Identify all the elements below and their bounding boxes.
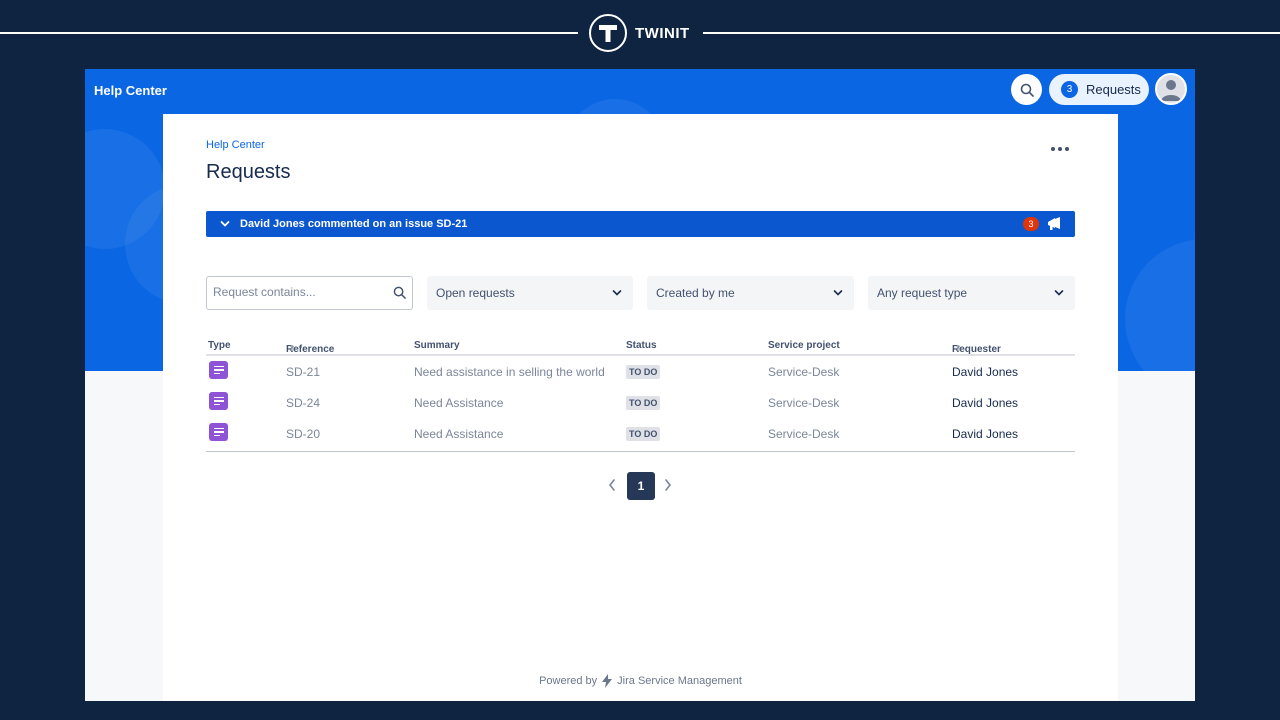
more-horizontal-icon [1051,147,1055,151]
page-title: Requests [206,161,291,183]
row-reference[interactable]: SD-21 [286,365,320,379]
row-requester: David Jones [952,396,1019,410]
request-search-field[interactable] [206,276,413,310]
more-actions-button[interactable] [1048,141,1072,157]
request-type-filter-select[interactable]: Any request type [868,276,1075,310]
chevron-down-icon [1054,287,1064,301]
powered-by-footer: Powered by Jira Service Management [163,674,1118,688]
chevron-right-icon[interactable] [663,478,673,497]
row-reference[interactable]: SD-24 [286,396,320,410]
row-service-project: Service-Desk [768,427,840,441]
row-reference[interactable]: SD-20 [286,427,320,441]
search-button[interactable] [1011,74,1042,105]
chevron-down-icon [833,287,843,301]
powered-by-label: Powered by [539,675,598,687]
creator-filter-select[interactable]: Created by me [647,276,854,310]
sort-icon: ⇕ [289,344,296,353]
powered-by-product[interactable]: Jira Service Management [617,675,742,687]
app-window: Help Center 3 Requests Help Center Reque… [85,69,1195,701]
chevron-down-icon[interactable] [220,219,230,229]
column-header-status: Status [626,340,657,351]
column-header-type: Type [208,340,231,351]
megaphone-icon[interactable] [1046,216,1062,235]
status-badge: TO DO [626,396,661,410]
status-badge: TO DO [626,427,661,441]
status-badge: TO DO [626,365,661,379]
breadcrumb[interactable]: Help Center [206,139,265,151]
row-service-project: Service-Desk [768,365,840,379]
chevron-down-icon [612,287,622,301]
requests-table: Type Reference ⇕ Summary Status Service p… [206,336,1075,452]
notification-text: David Jones commented on an issue SD-21 [240,218,468,230]
document-icon [209,392,228,410]
brand-divider-right [703,32,1280,34]
request-search-input[interactable] [213,277,383,307]
brand-name: TWINIT [635,25,690,42]
user-avatar[interactable] [1155,73,1187,105]
table-row[interactable]: SD-20 Need Assistance TO DO Service-Desk… [206,418,1075,449]
creator-filter-value: Created by me [656,286,735,300]
row-service-project: Service-Desk [768,396,840,410]
table-bottom-divider [206,451,1075,452]
page-1-button[interactable]: 1 [627,472,655,500]
requests-card: Help Center Requests David Jones comment… [163,114,1118,701]
column-header-service-project: Service project [768,340,840,351]
status-filter-value: Open requests [436,286,515,300]
document-icon [209,423,228,441]
row-requester: David Jones [952,365,1019,379]
chevron-left-icon[interactable] [607,478,617,497]
request-type-filter-value: Any request type [877,286,968,300]
lightning-icon [602,674,613,688]
user-avatar-icon [1161,80,1181,101]
column-header-summary: Summary [414,340,460,351]
table-row[interactable]: SD-24 Need Assistance TO DO Service-Desk… [206,387,1075,418]
search-icon [1020,83,1034,97]
help-center-link[interactable]: Help Center [94,83,167,98]
brand-divider-left [0,32,578,34]
requests-label: Requests [1086,82,1141,97]
row-summary[interactable]: Need Assistance [414,396,503,410]
requests-button[interactable]: 3 Requests [1049,74,1149,105]
notification-banner[interactable]: David Jones commented on an issue SD-21 … [206,211,1075,237]
row-summary[interactable]: Need assistance in selling the world [414,365,605,379]
twinit-logo [589,14,627,52]
table-row[interactable]: SD-21 Need assistance in selling the wor… [206,356,1075,387]
status-filter-select[interactable]: Open requests [427,276,633,310]
document-icon [209,361,228,379]
sort-icon: ⇕ [955,344,962,353]
search-icon [393,286,406,304]
notification-count-badge: 3 [1023,217,1039,231]
row-summary[interactable]: Need Assistance [414,427,503,441]
table-header: Type Reference ⇕ Summary Status Service p… [206,336,1075,356]
requests-count-badge: 3 [1061,81,1078,98]
row-requester: David Jones [952,427,1019,441]
